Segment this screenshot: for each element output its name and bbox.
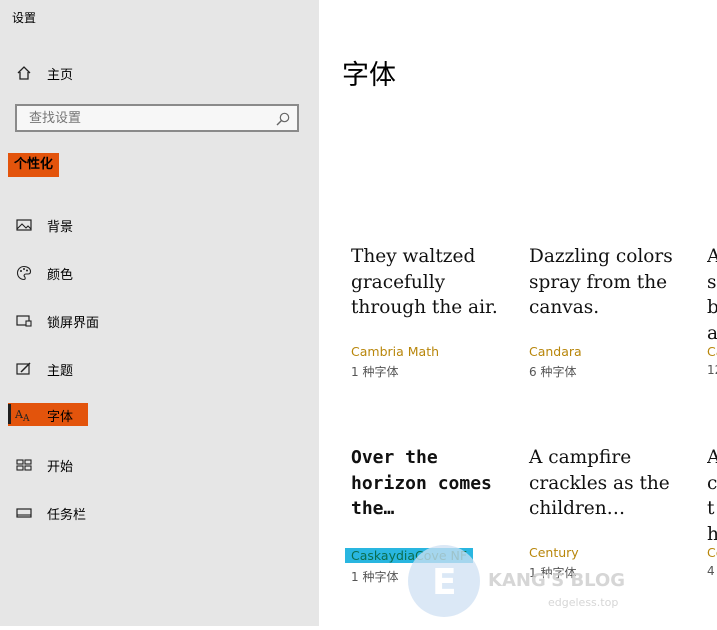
- sidebar-item-themes[interactable]: 主题: [0, 355, 319, 383]
- start-icon: [15, 456, 33, 474]
- sidebar-item-label: 背景: [47, 219, 74, 235]
- sidebar-item-lockscreen[interactable]: 锁屏界面: [0, 307, 319, 335]
- sidebar: 设置 主页 个性化 背景 颜色 锁屏界面 主题: [0, 0, 319, 626]
- font-count: 4: [707, 564, 715, 578]
- watermark-title: KANG'S BLOG: [488, 570, 625, 591]
- nav-home[interactable]: 主页: [0, 59, 319, 87]
- font-sample: They waltzed gracefully through the air.: [351, 246, 498, 318]
- nav-home-label: 主页: [47, 67, 74, 83]
- sidebar-item-taskbar[interactable]: 任务栏: [0, 499, 319, 527]
- svg-text:E: E: [432, 562, 457, 603]
- sidebar-item-label: 开始: [47, 459, 74, 475]
- font-count: 1 种字体: [351, 365, 399, 379]
- font-sample: Over the horizon comes the…: [351, 447, 492, 519]
- sidebar-item-label: 颜色: [47, 267, 74, 283]
- font-sample: A s b a: [707, 246, 717, 344]
- sidebar-item-label: 锁屏界面: [47, 315, 100, 331]
- watermark: E KANG'S BLOG edgeless.top: [408, 536, 708, 630]
- font-name: Ca: [707, 344, 717, 359]
- font-name: Candara: [529, 344, 582, 359]
- font-sample: Dazzling colors spray from the canvas.: [529, 246, 673, 318]
- section-personalization: 个性化: [8, 153, 60, 177]
- taskbar-icon: [15, 504, 33, 522]
- search-icon[interactable]: [275, 111, 291, 127]
- font-card-cambria-math[interactable]: They waltzed gracefully through the air.…: [351, 244, 521, 380]
- window-title: 设置: [12, 11, 37, 25]
- sidebar-item-start[interactable]: 开始: [0, 451, 319, 479]
- image-icon: [15, 216, 33, 234]
- sidebar-item-colors[interactable]: 颜色: [0, 259, 319, 287]
- search-input[interactable]: [27, 110, 271, 127]
- lockscreen-icon: [15, 312, 33, 330]
- sidebar-item-label: 字体: [47, 409, 74, 425]
- font-card-partial-1[interactable]: A s b a Ca 12: [707, 244, 717, 377]
- font-count: 6 种字体: [529, 365, 577, 379]
- font-icon: AA: [15, 406, 33, 424]
- font-card-partial-2[interactable]: A c th Ce 4: [707, 445, 717, 578]
- font-count: 12: [707, 363, 717, 377]
- watermark-url: edgeless.top: [548, 596, 618, 609]
- active-indicator: [8, 404, 11, 424]
- sidebar-item-fonts[interactable]: AA 字体: [0, 401, 319, 429]
- svg-text:A: A: [22, 414, 30, 423]
- font-sample: A c th: [707, 447, 717, 545]
- font-name: Ce: [707, 545, 717, 560]
- home-icon: [15, 64, 33, 82]
- font-sample: A campfire crackles as the children…: [529, 447, 670, 519]
- font-name: Cambria Math: [351, 344, 440, 359]
- watermark-logo: E KANG'S BLOG edgeless.top: [408, 545, 625, 617]
- sidebar-item-label: 任务栏: [47, 507, 87, 523]
- palette-icon: [15, 264, 33, 282]
- sidebar-item-label: 主题: [47, 363, 74, 379]
- theme-icon: [15, 360, 33, 378]
- sidebar-item-background[interactable]: 背景: [0, 211, 319, 239]
- search-box[interactable]: [15, 104, 299, 132]
- font-card-candara[interactable]: Dazzling colors spray from the canvas. C…: [529, 244, 699, 380]
- page-title: 字体: [342, 60, 396, 91]
